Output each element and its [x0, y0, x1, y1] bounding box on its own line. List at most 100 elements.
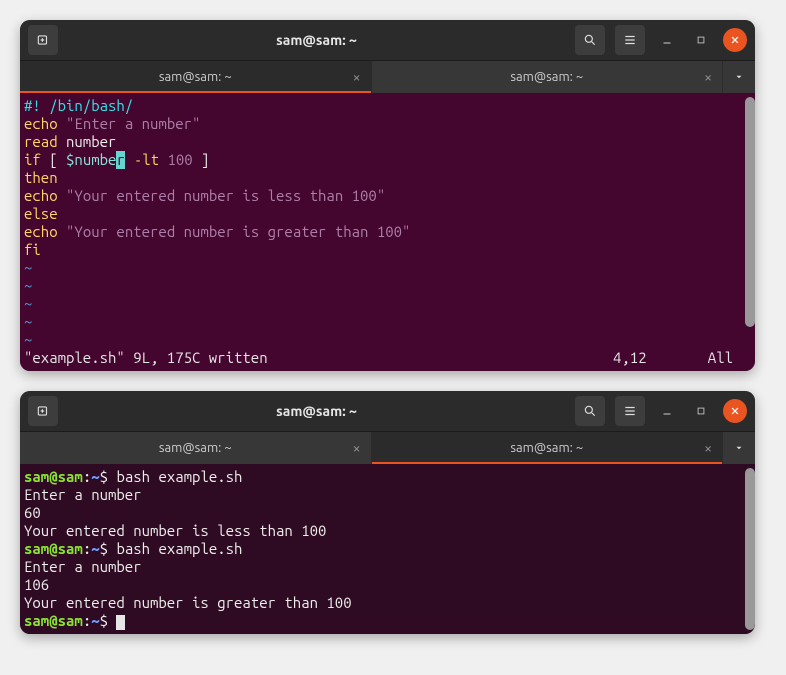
code-token: "Enter a number"	[66, 115, 200, 132]
tab-2[interactable]: sam@sam: ~ ×	[372, 432, 724, 464]
prompt-line: sam@sam:~$ bash example.sh	[24, 540, 741, 558]
output-text: Enter a number	[24, 486, 142, 503]
window-title: sam@sam: ~	[58, 403, 575, 419]
output-text: Enter a number	[24, 558, 142, 575]
new-tab-button[interactable]	[28, 396, 58, 426]
titlebar: sam@sam: ~	[20, 20, 755, 60]
scrollbar-thumb[interactable]	[745, 468, 755, 630]
prompt-user: sam@sam	[24, 468, 83, 485]
output-line: Your entered number is greater than 100	[24, 594, 741, 612]
empty-line-tilde: ~	[24, 277, 741, 295]
editor-line: read number	[24, 133, 741, 151]
output-text: 60	[24, 504, 41, 521]
code-token: then	[24, 169, 58, 186]
editor-line: echo "Your entered number is greater tha…	[24, 223, 741, 241]
menu-button[interactable]	[615, 396, 645, 426]
minimize-button[interactable]	[655, 399, 679, 423]
code-token: 100	[159, 151, 193, 168]
output-text: 106	[24, 576, 49, 593]
prompt-path: ~	[91, 612, 99, 629]
prompt-symbol: $	[100, 540, 117, 557]
empty-line-tilde: ~	[24, 313, 741, 331]
editor-line: then	[24, 169, 741, 187]
prompt-symbol: $	[100, 612, 117, 629]
code-token: read	[24, 133, 58, 150]
output-text: Your entered number is greater than 100	[24, 594, 352, 611]
scrollbar-thumb[interactable]	[745, 97, 755, 327]
scroll-position: All	[683, 349, 741, 367]
code-token: echo	[24, 223, 66, 240]
prompt-separator: :	[83, 468, 91, 485]
close-button[interactable]	[723, 399, 747, 423]
status-message: "example.sh" 9L, 175C written	[24, 349, 613, 367]
output-line: 60	[24, 504, 741, 522]
prompt-line: sam@sam:~$	[24, 612, 741, 630]
command-text: bash example.sh	[116, 540, 242, 557]
tab-label: sam@sam: ~	[510, 70, 583, 84]
editor-line: echo "Enter a number"	[24, 115, 741, 133]
window-title: sam@sam: ~	[58, 32, 575, 48]
titlebar: sam@sam: ~	[20, 391, 755, 431]
code-token: "Your entered number is less than 100"	[66, 187, 385, 204]
output-line: Enter a number	[24, 486, 741, 504]
output-line: 106	[24, 576, 741, 594]
code-token: #! /bin/bash/	[24, 97, 133, 114]
editor-line: fi	[24, 241, 741, 259]
tab-1[interactable]: sam@sam: ~ ×	[20, 432, 372, 464]
tabs-bar: sam@sam: ~ × sam@sam: ~ ×	[20, 60, 755, 93]
output-line: Enter a number	[24, 558, 741, 576]
output-text: Your entered number is less than 100	[24, 522, 326, 539]
tab-close-icon[interactable]: ×	[704, 440, 712, 456]
empty-line-tilde: ~	[24, 259, 741, 277]
tab-close-icon[interactable]: ×	[704, 69, 712, 85]
code-token: "Your entered number is greater than 100…	[66, 223, 410, 240]
menu-button[interactable]	[615, 25, 645, 55]
new-tab-button[interactable]	[28, 25, 58, 55]
search-button[interactable]	[575, 25, 605, 55]
prompt-separator: :	[83, 540, 91, 557]
prompt-line: sam@sam:~$ bash example.sh	[24, 468, 741, 486]
output-line: Your entered number is less than 100	[24, 522, 741, 540]
cursor	[116, 615, 125, 630]
tab-label: sam@sam: ~	[159, 441, 232, 455]
editor-line: if [ $number -lt 100 ]	[24, 151, 741, 169]
terminal-window-shell: sam@sam: ~ sam@sam: ~ × sam@sam: ~	[20, 391, 755, 634]
scrollbar[interactable]	[745, 468, 755, 630]
code-token: ]	[193, 151, 210, 168]
prompt-path: ~	[91, 468, 99, 485]
tab-close-icon[interactable]: ×	[353, 440, 361, 456]
tab-label: sam@sam: ~	[510, 441, 583, 455]
terminal-content-shell[interactable]: sam@sam:~$ bash example.shEnter a number…	[20, 464, 755, 634]
prompt-path: ~	[91, 540, 99, 557]
editor-line: echo "Your entered number is less than 1…	[24, 187, 741, 205]
tab-close-icon[interactable]: ×	[353, 69, 361, 85]
terminal-window-vim: sam@sam: ~ sam@sam: ~ × sam@sam: ~	[20, 20, 755, 371]
editor-line: #! /bin/bash/	[24, 97, 741, 115]
code-token: -lt	[125, 151, 159, 168]
prompt-user: sam@sam	[24, 612, 83, 629]
terminal-content-vim[interactable]: #! /bin/bash/echo "Enter a number"read n…	[20, 93, 755, 371]
empty-line-tilde: ~	[24, 295, 741, 313]
tab-1[interactable]: sam@sam: ~ ×	[20, 61, 372, 93]
empty-line-tilde: ~	[24, 331, 741, 349]
search-button[interactable]	[575, 396, 605, 426]
prompt-symbol: $	[100, 468, 117, 485]
prompt-separator: :	[83, 612, 91, 629]
minimize-button[interactable]	[655, 28, 679, 52]
tab-dropdown-button[interactable]	[723, 432, 755, 464]
code-token: echo	[24, 115, 66, 132]
prompt-user: sam@sam	[24, 540, 83, 557]
editor-line: else	[24, 205, 741, 223]
cursor-position: 4,12	[613, 349, 683, 367]
close-button[interactable]	[723, 28, 747, 52]
tab-2[interactable]: sam@sam: ~ ×	[372, 61, 724, 93]
vim-status-line: "example.sh" 9L, 175C written4,12All	[24, 349, 741, 367]
tab-dropdown-button[interactable]	[723, 61, 755, 93]
scrollbar[interactable]	[745, 97, 755, 367]
maximize-button[interactable]	[689, 28, 713, 52]
maximize-button[interactable]	[689, 399, 713, 423]
code-token: else	[24, 205, 58, 222]
tabs-bar: sam@sam: ~ × sam@sam: ~ ×	[20, 431, 755, 464]
code-token: [	[41, 151, 58, 168]
command-text: bash example.sh	[116, 468, 242, 485]
